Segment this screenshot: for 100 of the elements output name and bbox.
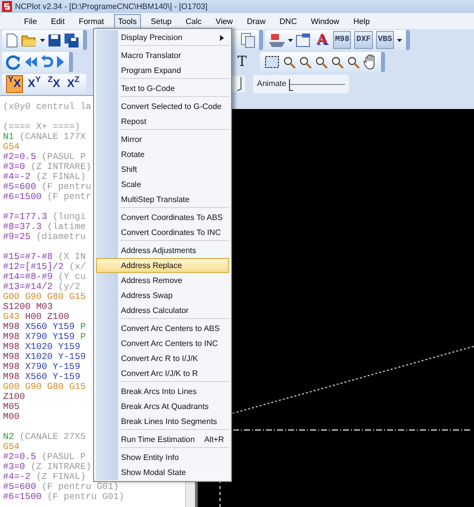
menu-item[interactable]: Rotate (96, 147, 229, 162)
animate-label: Animate (257, 78, 286, 90)
menu-item[interactable]: Address Adjustments (96, 243, 229, 258)
rewind-icon[interactable] (24, 56, 38, 68)
menu-item[interactable]: Text to G-Code (96, 81, 229, 96)
code-line: N2 (CANALE 27X5 (3, 432, 86, 442)
code-line: #12=[#15]/2 (x/ (3, 262, 86, 272)
new-file-icon[interactable] (6, 32, 18, 48)
menu-item[interactable]: Convert Coordinates To ABS (96, 210, 229, 225)
menu-item[interactable]: Tools (114, 14, 141, 28)
app-icon (2, 1, 12, 12)
zoom-icon[interactable] (299, 56, 312, 68)
menu-item[interactable]: View (212, 14, 237, 28)
code-line: #5=600 (F pentru (3, 182, 92, 192)
menu-item[interactable]: Show Entity Info (96, 450, 229, 465)
menu-item[interactable]: Window (306, 14, 344, 28)
zoom-icon[interactable] (283, 56, 296, 68)
code-line: G00 G90 G80 G15 (3, 382, 86, 392)
code-line: (==== X+ ====) (3, 122, 80, 132)
code-line: M98 X1020 Y-159 (3, 352, 86, 362)
code-line: M98 X1020 Y159 (3, 342, 80, 352)
code-line: #8=37.3 (latime (3, 222, 86, 232)
menu-item[interactable]: Address Swap (96, 288, 229, 303)
caret-icon[interactable] (288, 38, 293, 42)
font-button[interactable]: T (234, 53, 250, 71)
view-button[interactable]: $^{Z}$X (46, 75, 62, 93)
zoom-icon[interactable] (347, 56, 360, 68)
open-folder-icon[interactable] (21, 33, 37, 47)
code-line: M00 (3, 412, 20, 422)
caret-icon[interactable] (40, 38, 45, 42)
window-title: NCPlot v2.34 - [D:\ProgrameCNC\HBM140\] - [O1703] (15, 0, 208, 12)
zoom-icon[interactable] (315, 56, 328, 68)
menu-item[interactable]: Show Modal State (96, 465, 229, 480)
code-line: #2=0.5 (PASUL P (3, 452, 86, 462)
menu-item[interactable]: Edit (46, 14, 69, 28)
code-line: G54 (3, 442, 20, 452)
select-box-icon[interactable] (264, 54, 280, 70)
menu-item[interactable]: Convert Selected to G-Code (96, 99, 229, 114)
caret-icon[interactable] (397, 38, 402, 42)
slider-thumb[interactable] (236, 77, 242, 91)
undo-icon[interactable] (41, 55, 53, 69)
menu-item[interactable]: Convert Arc R to I/J/K (96, 351, 229, 366)
menu-item[interactable]: Convert Coordinates To INC (96, 225, 229, 240)
menu-item[interactable]: Convert Arc Centers to ABS (96, 321, 229, 336)
menu-item[interactable]: Macro Translator (96, 48, 229, 63)
code-line: #3=0 (Z INTRARE) (3, 462, 92, 472)
code-line: #5=600 (F pentru G01) (3, 482, 119, 492)
play-icon[interactable] (56, 55, 65, 69)
menu-item[interactable]: Address Remove (96, 273, 229, 288)
menu-item[interactable]: Setup (146, 14, 176, 28)
toolbar-button[interactable]: DXF (354, 31, 373, 49)
menu-item[interactable]: Shift (96, 162, 229, 177)
style-button[interactable]: A (314, 31, 330, 49)
menu-item[interactable]: Break Arcs Into Lines (96, 384, 229, 399)
code-line: #13=#14/2 (y/2 (3, 282, 80, 292)
refresh-icon[interactable] (6, 54, 21, 70)
shortcut-label: Alt+R (204, 434, 224, 446)
code-line: #4=-2 (Z FINAL) (3, 472, 86, 482)
menu-item[interactable]: Scale (96, 177, 229, 192)
slider-thumb[interactable] (289, 79, 294, 91)
window-icon[interactable] (296, 33, 311, 47)
view-button[interactable]: $^{Y}$X (6, 75, 23, 93)
zoom-icon[interactable] (331, 56, 344, 68)
view-button[interactable]: X$^{Y}$ (26, 75, 43, 93)
menu-item[interactable]: Run Time Estimation Alt+R (96, 432, 229, 447)
menu-item[interactable]: File (20, 14, 41, 28)
toolbar-button[interactable]: M98 (333, 31, 352, 49)
code-line: #4=-2 (Z FINAL) (3, 172, 86, 182)
code-line: G00 G90 G80 G15 (3, 292, 86, 302)
code-line: #9=25 (diametru (3, 232, 86, 242)
hand-icon[interactable] (363, 54, 377, 70)
save-all-icon[interactable] (64, 32, 79, 48)
copy-icon[interactable] (241, 32, 255, 48)
code-line: #2=0.5 (PASUL P (3, 152, 86, 162)
menu-item[interactable]: Mirror (96, 132, 229, 147)
menu-item[interactable]: Address Calculator (96, 303, 229, 318)
view-button[interactable]: X$^{Z}$ (65, 75, 82, 93)
toolbar-button[interactable]: VBS (376, 31, 394, 49)
menu-item[interactable]: Convert Arc I/J/K to R (96, 366, 229, 381)
save-icon[interactable] (48, 34, 61, 46)
menu-item[interactable]: Break Lines Into Segments (96, 414, 229, 429)
menu-item[interactable]: Calc (182, 14, 206, 28)
code-line: N1 (CANALE 177X (3, 132, 86, 142)
code-line: G54 (3, 142, 20, 152)
menu-item[interactable]: Help (349, 14, 374, 28)
plotter-icon[interactable] (269, 32, 285, 48)
menu-item[interactable]: Program Expand (96, 63, 229, 78)
menu-item[interactable]: Convert Arc Centers to INC (96, 336, 229, 351)
menu-item[interactable]: Display Precision (96, 30, 229, 45)
menu-item[interactable]: MultiStep Translate (96, 192, 229, 207)
code-line: M98 X790 Y159 P (3, 332, 86, 342)
menu-item[interactable]: Format (74, 14, 108, 28)
menu-item[interactable]: Break Arcs At Quadrants (96, 399, 229, 414)
menu-item[interactable]: Repost (96, 114, 229, 129)
menu-item[interactable]: DNC (276, 14, 301, 28)
code-line: #3=0 (Z INTRARE) (3, 162, 92, 172)
menu-item[interactable]: Address Replace (96, 258, 229, 273)
code-line: #15=#7-#8 (X IN (3, 252, 86, 262)
code-line: (x0y0 centrul la (3, 102, 92, 112)
menu-item[interactable]: Draw (242, 14, 270, 28)
